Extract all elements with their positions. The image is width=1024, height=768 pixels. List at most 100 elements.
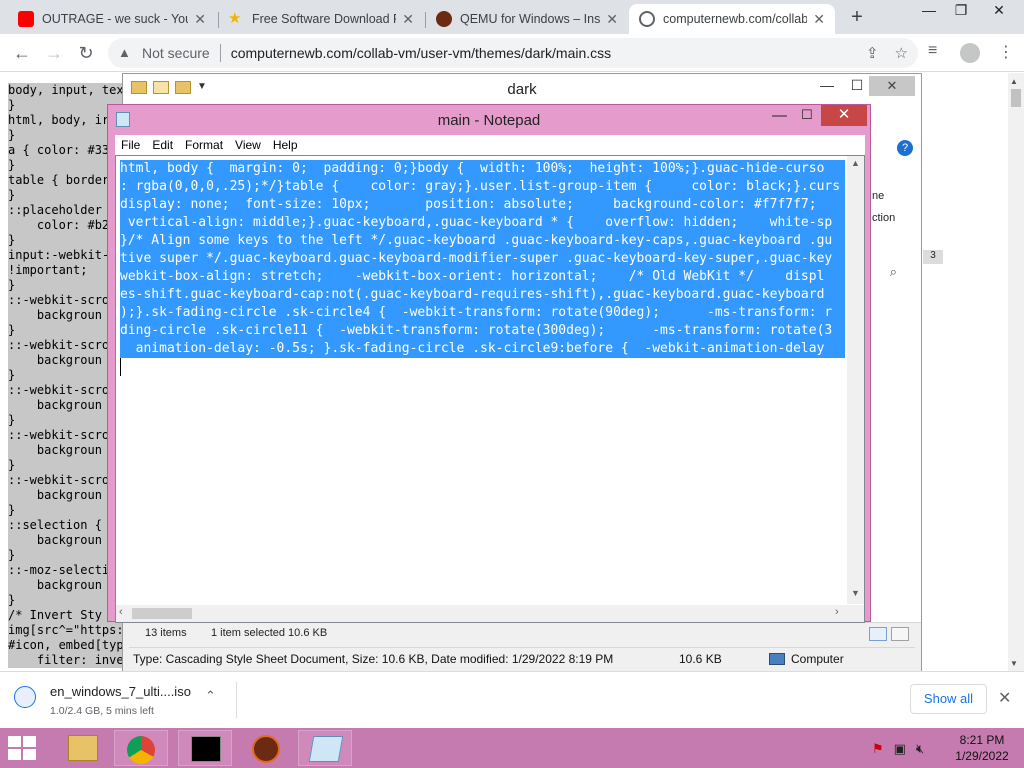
minimize-button[interactable]: — <box>914 2 944 18</box>
tab-title: OUTRAGE - we suck - YouT <box>42 12 189 26</box>
reload-icon[interactable]: ↻ <box>74 41 98 65</box>
taskbar-explorer[interactable] <box>56 730 110 766</box>
tab-close-icon[interactable]: ✕ <box>600 11 618 28</box>
editor-line-selected[interactable]: ding-circle .sk-circle11 { -webkit-trans… <box>120 322 845 340</box>
menu-kebab-icon[interactable]: ⋮ <box>998 42 1014 62</box>
tab-close-icon[interactable]: ✕ <box>188 11 206 28</box>
file-details: Type: Cascading Style Sheet Document, Si… <box>133 652 614 666</box>
scroll-thumb[interactable] <box>1011 89 1021 107</box>
forward-icon[interactable]: → <box>42 41 66 65</box>
editor-line-selected[interactable]: }/* Align some keys to the left */.guac-… <box>120 232 845 250</box>
menu-file[interactable]: File <box>115 135 146 155</box>
editor-line-selected[interactable]: html, body { margin: 0; padding: 0;}body… <box>120 160 845 178</box>
taskbar-clock[interactable]: 8:21 PM 1/29/2022 <box>950 732 1014 764</box>
url-text[interactable]: computernewb.com/collab-vm/user-vm/theme… <box>231 45 611 61</box>
star-icon: ★ <box>228 10 242 27</box>
tab-main-css[interactable]: computernewb.com/collab ✕ <box>629 4 835 34</box>
security-label[interactable]: Not secure <box>142 45 210 61</box>
notepad-horizontal-scrollbar[interactable]: ‹ › <box>116 605 847 622</box>
ribbon-fragment: ne <box>872 190 885 202</box>
media-queue-icon[interactable]: ≡ <box>928 42 937 60</box>
notepad-title: main - Notepad <box>437 112 541 129</box>
scroll-left-icon[interactable]: ‹ <box>119 606 123 618</box>
editor-line-selected[interactable]: animation-delay: -0.5s; }.sk-fading-circ… <box>120 340 845 358</box>
explorer-icon <box>68 735 98 761</box>
help-icon[interactable]: ? <box>897 140 913 156</box>
back-icon[interactable]: ← <box>10 41 34 65</box>
editor-text[interactable]: html, body { margin: 0; padding: 0;}body… <box>120 160 845 600</box>
download-shelf: en_windows_7_ulti....iso 1.0/2.4 GB, 5 m… <box>0 671 1024 728</box>
taskbar-cmd[interactable] <box>178 730 232 766</box>
menu-view[interactable]: View <box>229 135 267 155</box>
warning-icon[interactable]: ▲ <box>118 45 134 61</box>
tab-youtube[interactable]: OUTRAGE - we suck - YouT ✕ <box>8 4 216 34</box>
start-button[interactable] <box>8 736 38 760</box>
search-icon[interactable]: ⌕ <box>890 264 897 280</box>
download-filename[interactable]: en_windows_7_ulti....iso <box>50 684 191 699</box>
tab-close-icon[interactable]: ✕ <box>396 11 414 28</box>
download-progress-text: 1.0/2.4 GB, 5 mins left <box>50 705 154 717</box>
scroll-down-icon[interactable]: ▼ <box>1010 659 1018 668</box>
close-window-button[interactable]: ✕ <box>984 2 1014 19</box>
tab-qemu[interactable]: QEMU for Windows – Insta ✕ <box>426 4 628 34</box>
restore-button[interactable]: ❐ <box>946 2 976 19</box>
selection-info: 1 item selected 10.6 KB <box>211 627 328 639</box>
explorer-close-button[interactable]: ✕ <box>869 76 915 96</box>
clock-date: 1/29/2022 <box>955 749 1009 763</box>
notepad-minimize-button[interactable]: — <box>772 107 787 124</box>
profile-avatar[interactable] <box>960 43 980 63</box>
resize-grip[interactable] <box>847 605 864 622</box>
address-bar[interactable]: ▲ Not secure computernewb.com/collab-vm/… <box>108 38 918 68</box>
menu-format[interactable]: Format <box>179 135 229 155</box>
editor-line-selected[interactable]: webkit-box-align: stretch; -webkit-box-o… <box>120 268 845 286</box>
editor-line-selected[interactable]: es-shift.guac-keyboard-cap:not(.guac-key… <box>120 286 845 304</box>
chevron-up-icon[interactable]: ⌃ <box>205 688 216 704</box>
scroll-up-icon[interactable]: ▲ <box>851 158 860 168</box>
notepad-editor[interactable]: html, body { margin: 0; padding: 0;}body… <box>115 155 865 623</box>
explorer-title: dark <box>507 81 537 98</box>
file-size: 10.6 KB <box>679 652 722 666</box>
share-icon[interactable]: ⇪ <box>866 44 879 62</box>
page-scrollbar[interactable]: ▲ ▼ <box>1008 73 1024 671</box>
explorer-statusbar: 13 items 1 item selected 10.6 KB Type: C… <box>123 622 921 672</box>
shelf-divider <box>236 682 237 718</box>
close-shelf-icon[interactable]: ✕ <box>998 688 1011 708</box>
explorer-maximize-button[interactable]: ☐ <box>843 77 871 94</box>
taskbar-chrome[interactable] <box>114 730 168 766</box>
menu-edit[interactable]: Edit <box>146 135 179 155</box>
notepad-vertical-scrollbar[interactable]: ▲ ▼ <box>847 156 864 604</box>
scroll-up-icon[interactable]: ▲ <box>1010 77 1018 86</box>
editor-line-selected[interactable]: : rgba(0,0,0,.25);*/}table { color: gray… <box>120 178 845 196</box>
flag-icon[interactable]: ⚑ <box>872 741 884 757</box>
tab-title: computernewb.com/collab <box>663 12 808 26</box>
bookmark-star-icon[interactable]: ☆ <box>895 44 908 62</box>
windows-logo-icon <box>23 749 36 760</box>
editor-line-selected[interactable]: tive super */.guac-keyboard.guac-keyboar… <box>120 250 845 268</box>
volume-muted-icon[interactable]: 🔇︎ <box>916 741 924 757</box>
editor-line-selected[interactable]: vertical-align: middle;}.guac-keyboard,.… <box>120 214 845 232</box>
details-view-icon[interactable] <box>869 627 887 641</box>
notepad-menubar: File Edit Format View Help <box>115 135 865 155</box>
items-count: 13 items <box>145 627 187 639</box>
large-icons-view-icon[interactable] <box>891 627 909 641</box>
network-icon[interactable]: ▣ <box>894 741 906 757</box>
notepad-close-button[interactable]: ✕ <box>821 105 867 126</box>
explorer-right-pane: ? ne ction ⌕ <box>869 104 921 644</box>
editor-line-selected[interactable]: display: none; font-size: 10px; position… <box>120 196 845 214</box>
tab-free-software[interactable]: ★ Free Software Download P ✕ <box>218 4 424 34</box>
editor-line-selected[interactable]: );}.sk-fading-circle .sk-circle4 { -webk… <box>120 304 845 322</box>
menu-help[interactable]: Help <box>267 135 304 155</box>
show-all-button[interactable]: Show all <box>910 684 987 714</box>
explorer-minimize-button[interactable]: — <box>813 77 841 93</box>
scroll-down-icon[interactable]: ▼ <box>851 588 860 598</box>
taskbar-qemu[interactable] <box>240 730 294 766</box>
new-tab-button[interactable]: + <box>846 6 868 29</box>
omnibox-actions: ⇪ ☆ <box>866 44 908 62</box>
tab-close-icon[interactable]: ✕ <box>807 11 825 28</box>
notepad-icon <box>308 736 344 762</box>
taskbar-notepad[interactable] <box>298 730 352 766</box>
notepad-maximize-button[interactable]: ☐ <box>801 107 813 123</box>
hscroll-thumb[interactable] <box>132 608 192 619</box>
scroll-right-icon[interactable]: › <box>835 606 839 618</box>
download-file-icon[interactable] <box>14 686 36 708</box>
